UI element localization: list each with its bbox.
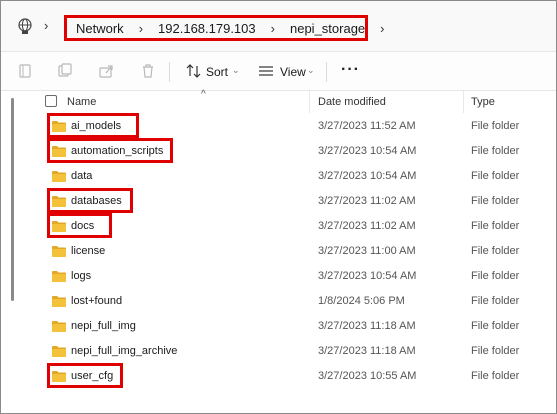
folder-icon xyxy=(52,271,66,282)
scrollbar[interactable] xyxy=(11,98,14,301)
file-type: File folder xyxy=(471,270,520,282)
highlight-box xyxy=(47,138,173,163)
chevron-down-icon[interactable]: ⌄ xyxy=(232,65,240,76)
column-type[interactable]: Type xyxy=(471,96,495,108)
more-options-button[interactable]: ··· xyxy=(341,61,360,79)
table-row[interactable]: logs 3/27/2023 10:54 AM File folder xyxy=(31,264,556,289)
cut-icon[interactable] xyxy=(16,62,34,80)
share-icon[interactable] xyxy=(97,62,115,80)
file-explorer-window: › Network › 192.168.179.103 › nepi_stora… xyxy=(0,0,557,414)
table-row[interactable]: databases 3/27/2023 11:02 AM File folder xyxy=(31,188,556,214)
view-icon[interactable] xyxy=(257,62,275,80)
file-name[interactable]: data xyxy=(71,170,92,182)
sort-ascending-icon: ^ xyxy=(201,89,206,100)
file-name[interactable]: lost+found xyxy=(71,295,122,307)
file-type: File folder xyxy=(471,120,520,132)
table-row[interactable]: ai_models 3/27/2023 11:52 AM File folder xyxy=(31,113,556,139)
sort-icon[interactable] xyxy=(185,62,203,80)
chevron-down-icon[interactable]: ⌄ xyxy=(307,65,315,76)
table-row[interactable]: data 3/27/2023 10:54 AM File folder xyxy=(31,164,556,189)
file-name[interactable]: nepi_full_img xyxy=(71,320,136,332)
chevron-right-icon[interactable]: › xyxy=(127,21,155,36)
column-date-modified[interactable]: Date modified xyxy=(318,96,386,108)
view-button[interactable]: View xyxy=(280,65,306,79)
table-row[interactable]: automation_scripts 3/27/2023 10:54 AM File… xyxy=(31,138,556,164)
file-date-modified: 1/8/2024 5:06 PM xyxy=(318,295,405,307)
chevron-right-icon[interactable]: › xyxy=(368,21,396,36)
breadcrumb-share[interactable]: nepi_storage xyxy=(287,21,368,36)
toolbar-divider xyxy=(326,62,327,82)
table-row[interactable]: user_cfg 3/27/2023 10:55 AM File folder xyxy=(31,363,556,389)
file-date-modified: 3/27/2023 11:18 AM xyxy=(318,345,416,357)
table-row[interactable]: license 3/27/2023 11:00 AM File folder xyxy=(31,239,556,264)
folder-icon xyxy=(52,321,66,332)
file-date-modified: 3/27/2023 10:55 AM xyxy=(318,370,417,382)
highlight-box xyxy=(47,113,139,138)
highlight-box xyxy=(47,213,112,238)
breadcrumb: Network › 192.168.179.103 › nepi_storage… xyxy=(64,15,385,41)
file-type: File folder xyxy=(471,220,520,232)
table-row[interactable]: docs 3/27/2023 11:02 AM File folder xyxy=(31,213,556,239)
column-header: Name ^ Date modified Type xyxy=(31,89,556,113)
file-type: File folder xyxy=(471,370,520,382)
table-row[interactable]: nepi_full_img_archive 3/27/2023 11:18 AM F… xyxy=(31,339,556,364)
file-name[interactable]: nepi_full_img_archive xyxy=(71,345,177,357)
file-date-modified: 3/27/2023 11:18 AM xyxy=(318,320,416,332)
table-row[interactable]: lost+found 1/8/2024 5:06 PM File folder xyxy=(31,289,556,314)
folder-icon xyxy=(52,246,66,257)
highlight-box xyxy=(47,188,133,213)
file-date-modified: 3/27/2023 11:00 AM xyxy=(318,245,416,257)
file-date-modified: 3/27/2023 10:54 AM xyxy=(318,170,417,182)
folder-icon xyxy=(52,346,66,357)
file-date-modified: 3/27/2023 10:54 AM xyxy=(318,145,417,157)
breadcrumb-network[interactable]: Network xyxy=(73,21,127,36)
column-divider[interactable] xyxy=(463,91,464,113)
select-all-checkbox[interactable] xyxy=(45,95,57,107)
network-globe-icon[interactable] xyxy=(16,17,34,35)
file-date-modified: 3/27/2023 10:54 AM xyxy=(318,270,417,282)
folder-icon xyxy=(52,171,66,182)
highlight-box xyxy=(47,363,123,388)
file-type: File folder xyxy=(471,170,520,182)
file-type: File folder xyxy=(471,345,520,357)
file-type: File folder xyxy=(471,145,520,157)
copy-icon[interactable] xyxy=(56,62,74,80)
file-date-modified: 3/27/2023 11:02 AM xyxy=(318,220,416,232)
sort-button[interactable]: Sort xyxy=(206,65,228,79)
delete-icon[interactable] xyxy=(139,62,157,80)
column-name[interactable]: Name xyxy=(67,96,96,108)
file-type: File folder xyxy=(471,295,520,307)
column-divider[interactable] xyxy=(309,91,310,113)
file-date-modified: 3/27/2023 11:52 AM xyxy=(318,120,416,132)
file-type: File folder xyxy=(471,245,520,257)
table-row[interactable]: nepi_full_img 3/27/2023 11:18 AM File fold… xyxy=(31,314,556,339)
address-bar: › Network › 192.168.179.103 › nepi_stora… xyxy=(1,1,556,51)
file-date-modified: 3/27/2023 11:02 AM xyxy=(318,195,416,207)
command-bar: Sort ⌄ View ⌄ ··· xyxy=(1,51,556,91)
chevron-right-icon[interactable]: › xyxy=(259,21,287,36)
chevron-right-icon[interactable]: › xyxy=(44,18,48,33)
folder-icon xyxy=(52,296,66,307)
file-type: File folder xyxy=(471,320,520,332)
file-name[interactable]: license xyxy=(71,245,105,257)
breadcrumb-host[interactable]: 192.168.179.103 xyxy=(155,21,259,36)
file-type: File folder xyxy=(471,195,520,207)
toolbar-divider xyxy=(169,62,170,82)
file-name[interactable]: logs xyxy=(71,270,91,282)
